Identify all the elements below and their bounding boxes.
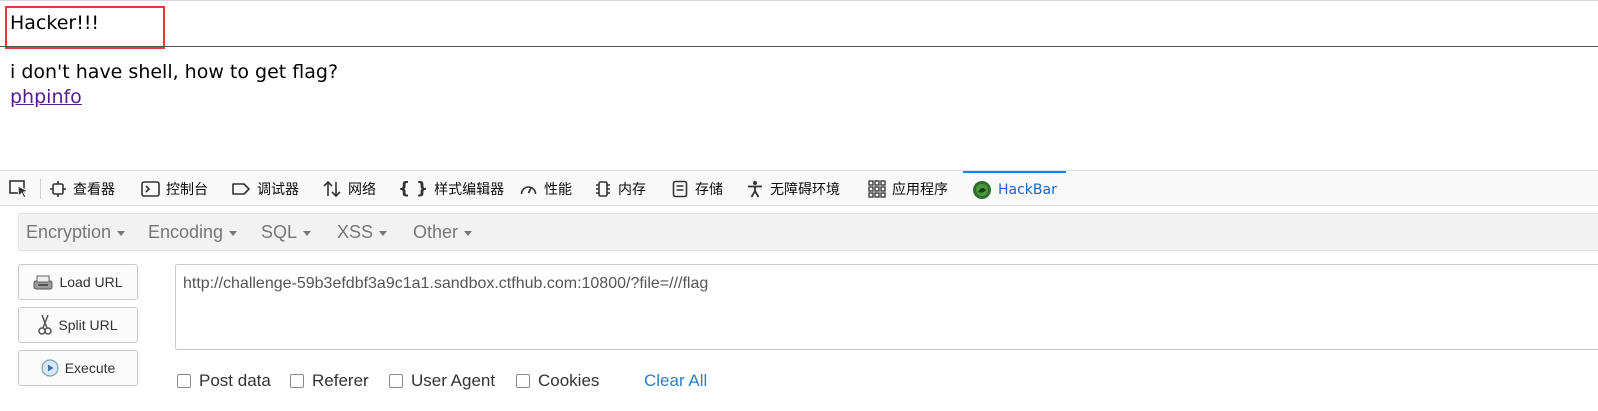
caret-down-icon — [117, 230, 126, 236]
devtools-toolbar: 查看器 控制台 调试器 网络 { } 样式编辑器 性能 内存 存储 无障碍环境 … — [0, 170, 1598, 206]
load-url-icon — [33, 275, 53, 290]
tab-accessibility[interactable]: 无障碍环境 — [746, 171, 840, 206]
page-content: Hacker!!! i don't have shell, how to get… — [0, 0, 1598, 170]
tab-label: 查看器 — [73, 181, 115, 198]
tab-label: 调试器 — [257, 181, 299, 198]
menu-label: Encoding — [148, 222, 224, 242]
performance-icon — [520, 185, 537, 194]
tab-inspector[interactable]: 查看器 — [49, 171, 115, 206]
caret-down-icon — [464, 230, 473, 236]
storage-icon — [672, 180, 688, 197]
tab-memory[interactable]: 内存 — [594, 171, 646, 206]
menu-encryption[interactable]: Encryption — [26, 222, 126, 243]
cookies-checkbox[interactable] — [516, 374, 530, 388]
play-icon — [41, 359, 59, 377]
tab-label: 样式编辑器 — [434, 181, 505, 198]
url-value: http://challenge-59b3efdbf3a9c1a1.sandbo… — [183, 275, 709, 292]
menu-sql[interactable]: SQL — [261, 222, 312, 243]
tab-label: 网络 — [348, 181, 376, 198]
tab-label: HackBar — [998, 181, 1057, 198]
menu-label: Other — [413, 222, 459, 242]
tab-label: 性能 — [544, 181, 572, 198]
tab-label: 应用程序 — [892, 181, 948, 198]
debugger-icon — [232, 182, 250, 195]
application-icon — [868, 179, 886, 198]
load-url-button[interactable]: Load URL — [18, 264, 138, 300]
menu-encoding[interactable]: Encoding — [148, 222, 238, 243]
load-url-label: Load URL — [59, 274, 123, 290]
clear-all-link[interactable]: Clear All — [644, 371, 707, 391]
phpinfo-link[interactable]: phpinfo — [10, 86, 82, 108]
tab-label: 存储 — [695, 181, 723, 198]
tab-network[interactable]: 网络 — [322, 171, 376, 206]
menu-label: XSS — [337, 222, 374, 242]
cookies-option[interactable]: Cookies — [516, 371, 599, 391]
menu-label: Encryption — [26, 222, 112, 242]
element-picker-icon[interactable] — [9, 179, 31, 199]
tab-label: 无障碍环境 — [770, 181, 840, 198]
scissors-icon — [38, 314, 53, 335]
tab-storage[interactable]: 存储 — [671, 171, 723, 206]
hackbar-menu: Encryption Encoding SQL XSS Other — [18, 213, 1598, 251]
menu-other[interactable]: Other — [413, 222, 473, 243]
url-textarea[interactable]: http://challenge-59b3efdbf3a9c1a1.sandbo… — [175, 264, 1598, 350]
post-data-checkbox[interactable] — [177, 374, 191, 388]
tab-style-editor[interactable]: { } 样式编辑器 — [398, 171, 504, 206]
post-data-option[interactable]: Post data — [177, 371, 271, 391]
tab-label: 内存 — [618, 181, 646, 198]
split-url-label: Split URL — [58, 317, 118, 333]
network-icon — [323, 180, 341, 197]
user-agent-label: User Agent — [411, 371, 496, 390]
tab-debugger[interactable]: 调试器 — [231, 171, 299, 206]
horizontal-rule — [0, 46, 1598, 47]
referer-option[interactable]: Referer — [290, 371, 369, 391]
alert-heading: Hacker!!! — [10, 12, 100, 34]
menu-label: SQL — [261, 222, 298, 242]
caret-down-icon — [303, 230, 312, 236]
inspector-icon — [50, 180, 66, 197]
referer-label: Referer — [312, 371, 369, 390]
tab-hackbar[interactable]: HackBar — [963, 171, 1066, 206]
accessibility-icon — [748, 180, 762, 197]
user-agent-option[interactable]: User Agent — [389, 371, 495, 391]
toolbar-separator — [40, 179, 41, 199]
post-data-label: Post data — [199, 371, 271, 390]
referer-checkbox[interactable] — [290, 374, 304, 388]
split-url-button[interactable]: Split URL — [18, 307, 138, 343]
tab-performance[interactable]: 性能 — [519, 171, 572, 206]
execute-button[interactable]: Execute — [18, 350, 138, 386]
cookies-label: Cookies — [538, 371, 600, 390]
hackbar-icon — [973, 180, 991, 199]
page-message: i don't have shell, how to get flag? — [10, 61, 339, 83]
caret-down-icon — [379, 230, 388, 236]
tab-label: 控制台 — [166, 181, 208, 198]
tab-application[interactable]: 应用程序 — [868, 171, 948, 206]
console-icon — [141, 180, 160, 197]
tab-console[interactable]: 控制台 — [141, 171, 208, 206]
menu-xss[interactable]: XSS — [337, 222, 388, 243]
user-agent-checkbox[interactable] — [389, 374, 403, 388]
memory-icon — [596, 180, 610, 197]
top-border — [0, 0, 1598, 1]
execute-label: Execute — [64, 360, 116, 376]
caret-down-icon — [229, 230, 238, 236]
style-editor-icon: { } — [398, 178, 429, 199]
